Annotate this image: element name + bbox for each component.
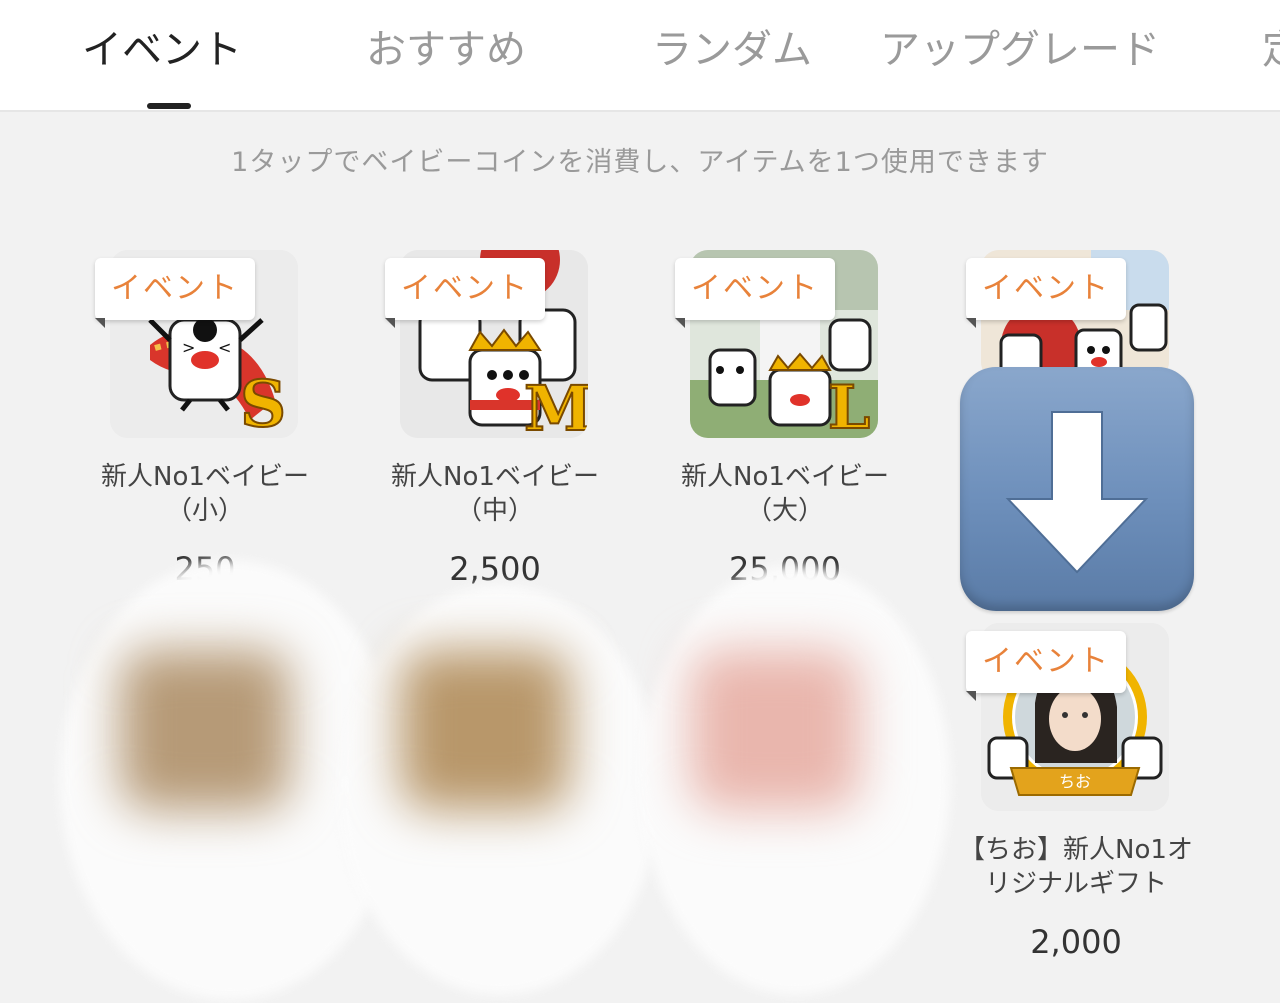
- instruction-text: 1タップでベイビーコインを消費し、アイテムを1つ使用できます: [231, 147, 1049, 178]
- event-badge: イベント: [966, 631, 1126, 693]
- blurred-thumbnail: [690, 650, 860, 810]
- item-card-medium[interactable]: M イベント 新人No1ベイビー （中） 2,500: [380, 250, 670, 600]
- item-name-line2: リジナルギフト: [984, 869, 1167, 899]
- item-name-line1: 新人No1ベイビー: [101, 462, 309, 492]
- event-badge: イベント: [966, 258, 1126, 320]
- event-badge: イベント: [385, 258, 545, 320]
- svg-text:M: M: [524, 372, 588, 438]
- badge-fold: [95, 318, 105, 328]
- event-badge: イベント: [95, 258, 255, 320]
- tab-upgrade[interactable]: アップグレード: [880, 22, 1160, 78]
- tab-recommended[interactable]: おすすめ: [366, 22, 526, 78]
- item-name-line1: 新人No1ベイビー: [391, 462, 599, 492]
- category-tab-bar: イベント おすすめ ランダム アップグレード 定: [0, 0, 1280, 112]
- tab-event[interactable]: イベント: [82, 22, 242, 78]
- event-badge: イベント: [675, 258, 835, 320]
- svg-text:ちお: ちお: [1059, 772, 1091, 791]
- item-name: 【ちお】新人No1オ リジナルギフト: [951, 833, 1201, 901]
- item-price: 2,500: [449, 550, 541, 588]
- blurred-thumbnail: [400, 650, 570, 810]
- item-card-original-gift[interactable]: ちお イベント 【ちお】新人No1オ リジナルギフト 2,000: [959, 623, 1251, 973]
- item-name: 新人No1ベイビー （小）: [90, 460, 320, 528]
- badge-fold: [966, 691, 976, 701]
- item-name-line2: （大）: [745, 496, 824, 526]
- item-card-small[interactable]: > < S イベント 新人No1ベイビー （小） 250: [90, 250, 380, 600]
- item-name-line2: （中）: [455, 496, 534, 526]
- item-name-line1: 新人No1ベイビー: [681, 462, 889, 492]
- blurred-thumbnail: [120, 650, 290, 810]
- svg-text:S: S: [240, 367, 286, 438]
- item-price: 2,000: [1030, 923, 1122, 961]
- item-card-large[interactable]: L イベント 新人No1ベイビー （大） 25,000: [670, 250, 960, 600]
- item-name: 新人No1ベイビー （大）: [670, 460, 900, 528]
- tab-random[interactable]: ランダム: [652, 22, 812, 78]
- tab-partial[interactable]: 定: [1262, 22, 1280, 78]
- badge-fold: [675, 318, 685, 328]
- badge-fold: [966, 318, 976, 328]
- svg-text:<: <: [218, 338, 231, 357]
- badge-fold: [385, 318, 395, 328]
- active-tab-indicator: [147, 103, 191, 109]
- down-arrow-icon: [960, 367, 1194, 611]
- svg-text:>: >: [182, 338, 195, 357]
- item-name-line2: （小）: [165, 496, 244, 526]
- svg-text:L: L: [828, 373, 870, 438]
- item-name: 新人No1ベイビー （中）: [380, 460, 610, 528]
- item-name-line1: 【ちお】新人No1オ: [959, 835, 1193, 865]
